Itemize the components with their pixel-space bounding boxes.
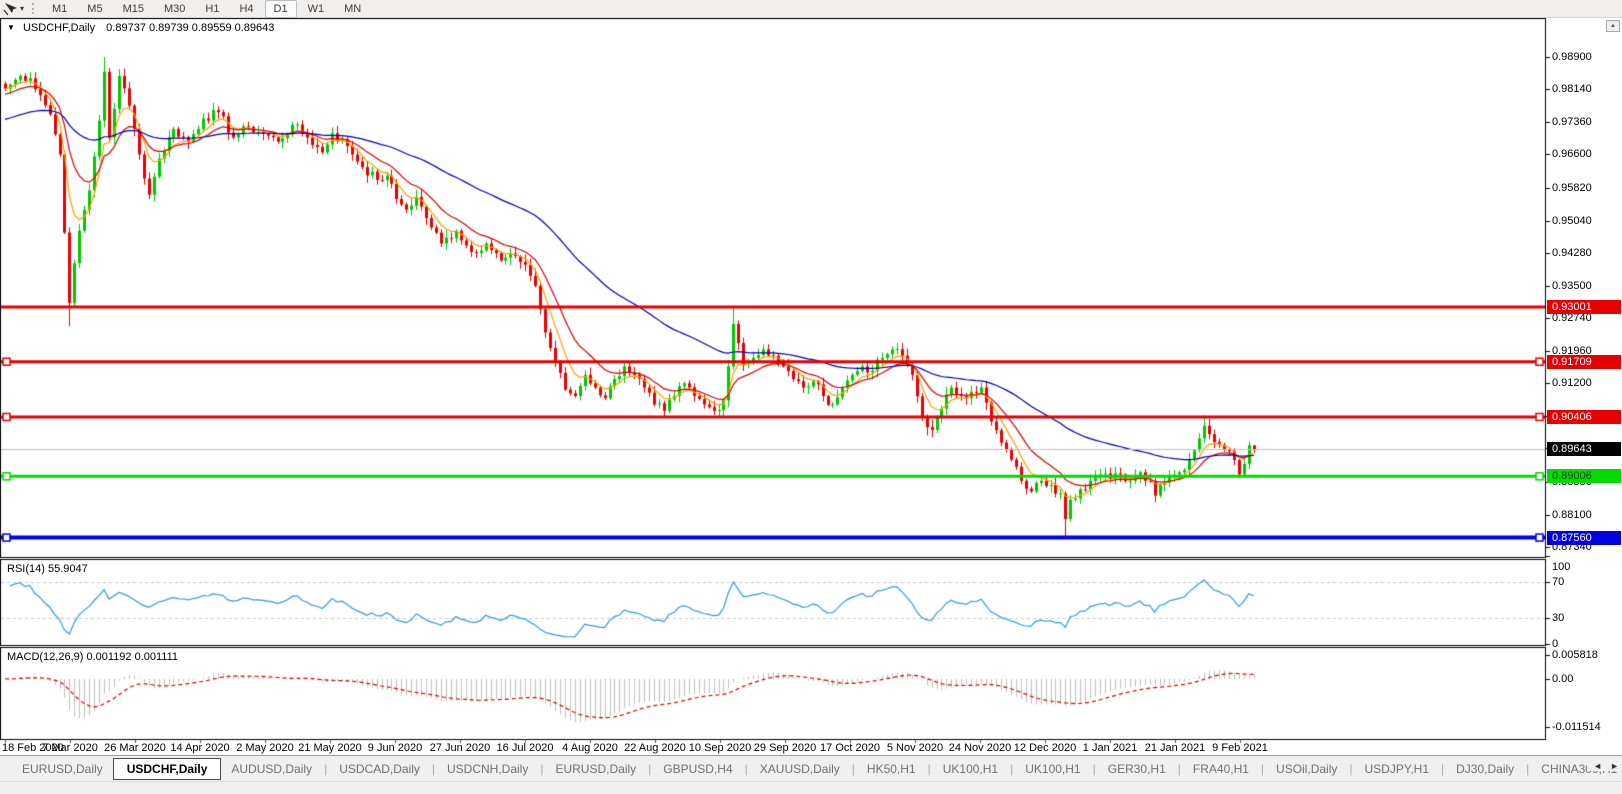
tab-divider: | (1260, 761, 1265, 776)
rsi-label: RSI(14) 55.9047 (7, 563, 88, 575)
level-price-badge: 0.91709 (1547, 354, 1621, 369)
chart-stage: ▼ USDCHF,Daily 0.89737 0.89739 0.89559 0… (0, 18, 1622, 755)
timeframe-button-W1[interactable]: W1 (299, 0, 334, 18)
price-axis-label: 0.96600 (1552, 148, 1592, 161)
tab-divider: | (744, 761, 748, 776)
price-axis-label: 0.97360 (1552, 116, 1592, 129)
symbol-tab-FRA40-H1[interactable]: FRA40,H1 (1183, 758, 1259, 780)
chart-canvas[interactable] (0, 18, 1622, 755)
level-price-badge: 0.89006 (1547, 469, 1621, 484)
current-price-badge: 0.89643 (1547, 442, 1621, 457)
date-axis-label: 14 Apr 2020 (170, 742, 230, 754)
macd-label: MACD(12,26,9) 0.001192 0.001111 (7, 651, 179, 663)
date-axis-label: 2 May 2020 (236, 742, 294, 754)
timeframe-button-H1[interactable]: H1 (196, 0, 228, 18)
chart-title-collapse-icon[interactable]: ▼ (7, 23, 15, 32)
tab-scroll-arrows: ◄ ► (1587, 761, 1619, 771)
price-axis-label: 0.98140 (1552, 83, 1592, 96)
symbol-tab-bar: EURUSD,Daily USDCHF,Daily AUDUSD,Daily | USD… (0, 755, 1622, 781)
tab-divider: | (927, 761, 931, 776)
top-toolbar: ▾ M1 M5 M15 M30 H1 H4 D1 W1 MN (0, 0, 1622, 18)
macd-axis-label: -0.011514 (1552, 720, 1601, 733)
toolbar-grip[interactable] (32, 3, 35, 14)
date-axis-label: 12 Dec 2020 (1013, 742, 1077, 754)
rsi-axis-label: 30 (1552, 611, 1565, 624)
date-axis-label: 7 Mar 2020 (42, 742, 98, 754)
tab-divider: | (1177, 761, 1181, 776)
macd-axis-label: 0.00 (1552, 673, 1574, 685)
tab-divider: | (324, 761, 328, 776)
symbol-tab-EURUSD-Daily[interactable]: EURUSD,Daily (545, 758, 646, 780)
macd-axis-label: 0.005818 (1552, 648, 1598, 661)
timeframe-button-M30[interactable]: M30 (155, 0, 194, 18)
timeframe-button-M1[interactable]: M1 (43, 0, 76, 18)
date-axis-label: 5 Nov 2020 (886, 742, 944, 754)
tab-divider: | (1092, 761, 1096, 776)
symbol-tab-HK50-H1[interactable]: HK50,H1 (857, 758, 926, 780)
tab-scroll-left-button[interactable]: ◄ (1593, 761, 1602, 771)
level-price-badge: 0.87560 (1547, 530, 1621, 545)
symbol-tab-UK100-H1[interactable]: UK100,H1 (1015, 758, 1090, 780)
tab-divider: | (1010, 761, 1014, 776)
symbol-tab-GBPUSD-H4[interactable]: GBPUSD,H4 (653, 758, 742, 780)
date-axis-label: 22 Aug 2020 (624, 742, 686, 754)
timeframe-button-group: M1 M5 M15 M30 H1 H4 D1 W1 MN (42, 0, 371, 18)
rsi-axis-label: 70 (1552, 576, 1565, 589)
price-axis-label: 0.98900 (1552, 51, 1592, 63)
chart-title: ▼ USDCHF,Daily 0.89737 0.89739 0.89559 0… (7, 22, 274, 34)
crosshair-cursor-tool-icon[interactable] (3, 2, 19, 16)
date-axis-label: 10 Sep 2020 (688, 742, 752, 754)
chart-scroll-up-button[interactable]: ▲ (1606, 20, 1620, 32)
price-axis-label: 0.93500 (1552, 279, 1592, 292)
timeframe-button-M5[interactable]: M5 (78, 0, 111, 18)
symbol-tab-USDJPY-H1[interactable]: USDJPY,H1 (1355, 758, 1439, 780)
price-axis-label: 0.91200 (1552, 377, 1592, 390)
symbol-tab-DJ30-Daily[interactable]: DJ30,Daily (1446, 758, 1524, 780)
level-price-badge: 0.90406 (1547, 409, 1621, 424)
date-axis-label: 26 Mar 2020 (104, 742, 166, 754)
timeframe-button-H4[interactable]: H4 (230, 0, 262, 18)
symbol-tab-USOil-Daily[interactable]: USOil,Daily (1266, 758, 1347, 780)
tab-scroll-right-button[interactable]: ► (1610, 761, 1619, 771)
price-axis-label: 0.95040 (1552, 214, 1592, 227)
symbol-tab-GER30-H1[interactable]: GER30,H1 (1098, 758, 1176, 780)
date-axis-label: 9 Jun 2020 (367, 742, 423, 754)
symbol-tab-USDCHF-Daily[interactable]: USDCHF,Daily (112, 757, 222, 780)
date-axis-label: 29 Sep 2020 (753, 742, 817, 754)
chart-title-ohlc: 0.89737 0.89739 0.89559 0.89643 (106, 22, 275, 34)
tab-divider: | (648, 761, 652, 776)
status-strip (0, 781, 1622, 794)
price-axis-label: 0.94280 (1552, 246, 1592, 259)
timeframe-button-M15[interactable]: M15 (114, 0, 153, 18)
date-axis-label: 17 Oct 2020 (820, 742, 880, 754)
symbol-tab-USDCNH-Daily[interactable]: USDCNH,Daily (437, 758, 538, 780)
date-axis-label: 27 Jun 2020 (429, 742, 491, 754)
level-price-badge: 0.93001 (1547, 299, 1621, 314)
tab-divider: | (1349, 761, 1353, 776)
date-axis-label: 9 Feb 2021 (1212, 742, 1268, 754)
price-axis-label: 0.95820 (1552, 181, 1592, 194)
date-axis-label: 4 Aug 2020 (562, 742, 618, 754)
price-axis-label: 0.88100 (1552, 508, 1592, 521)
symbol-tab-AUDUSD-Daily[interactable]: AUDUSD,Daily (221, 758, 322, 780)
rsi-axis-label: 100 (1552, 561, 1571, 573)
symbol-tab-EURUSD-Daily[interactable]: EURUSD,Daily (12, 758, 113, 780)
tab-divider: | (1441, 761, 1445, 776)
tab-divider: | (431, 761, 435, 776)
date-axis-label: 16 Jul 2020 (496, 742, 554, 754)
tab-divider: | (1526, 761, 1530, 776)
chevron-down-icon[interactable]: ▾ (20, 4, 24, 13)
date-axis-label: 1 Jan 2021 (1082, 742, 1138, 754)
symbol-tab-USDCAD-Daily[interactable]: USDCAD,Daily (329, 758, 430, 780)
tab-divider: | (851, 761, 855, 776)
timeframe-button-MN[interactable]: MN (335, 0, 370, 18)
symbol-tab-UK100-H1[interactable]: UK100,H1 (933, 758, 1008, 780)
symbol-tab-XAUUSD-Daily[interactable]: XAUUSD,Daily (750, 758, 850, 780)
timeframe-button-D1[interactable]: D1 (264, 0, 297, 18)
date-axis-label: 21 May 2020 (298, 742, 362, 754)
date-axis-label: 21 Jan 2021 (1144, 742, 1206, 754)
date-axis-label: 24 Nov 2020 (948, 742, 1012, 754)
tab-divider: | (540, 761, 544, 776)
chart-title-symbol: USDCHF,Daily (22, 22, 96, 34)
